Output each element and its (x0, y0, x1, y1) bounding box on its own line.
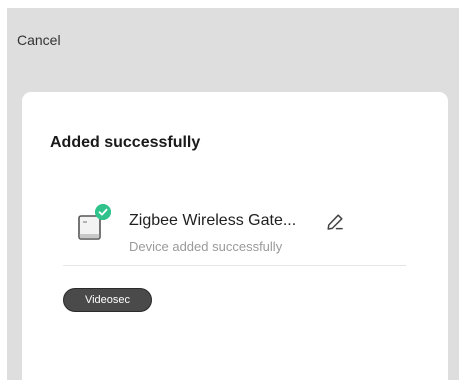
gateway-device-icon (78, 215, 101, 240)
success-card: Added successfully Zigbee Wireless Gate.… (22, 92, 448, 392)
pencil-icon[interactable] (325, 212, 345, 232)
device-status: Device added successfully (129, 239, 283, 254)
device-name: Zigbee Wireless Gate... (129, 212, 297, 229)
divider (63, 265, 406, 266)
screen-background: Cancel Added successfully Zigbee Wireles… (7, 8, 459, 392)
cancel-button[interactable]: Cancel (17, 32, 61, 48)
card-title: Added successfully (50, 134, 201, 151)
room-chip[interactable]: Videosec (63, 288, 152, 312)
check-icon (95, 204, 111, 220)
device-row: Zigbee Wireless Gate... Device added suc… (63, 204, 406, 266)
